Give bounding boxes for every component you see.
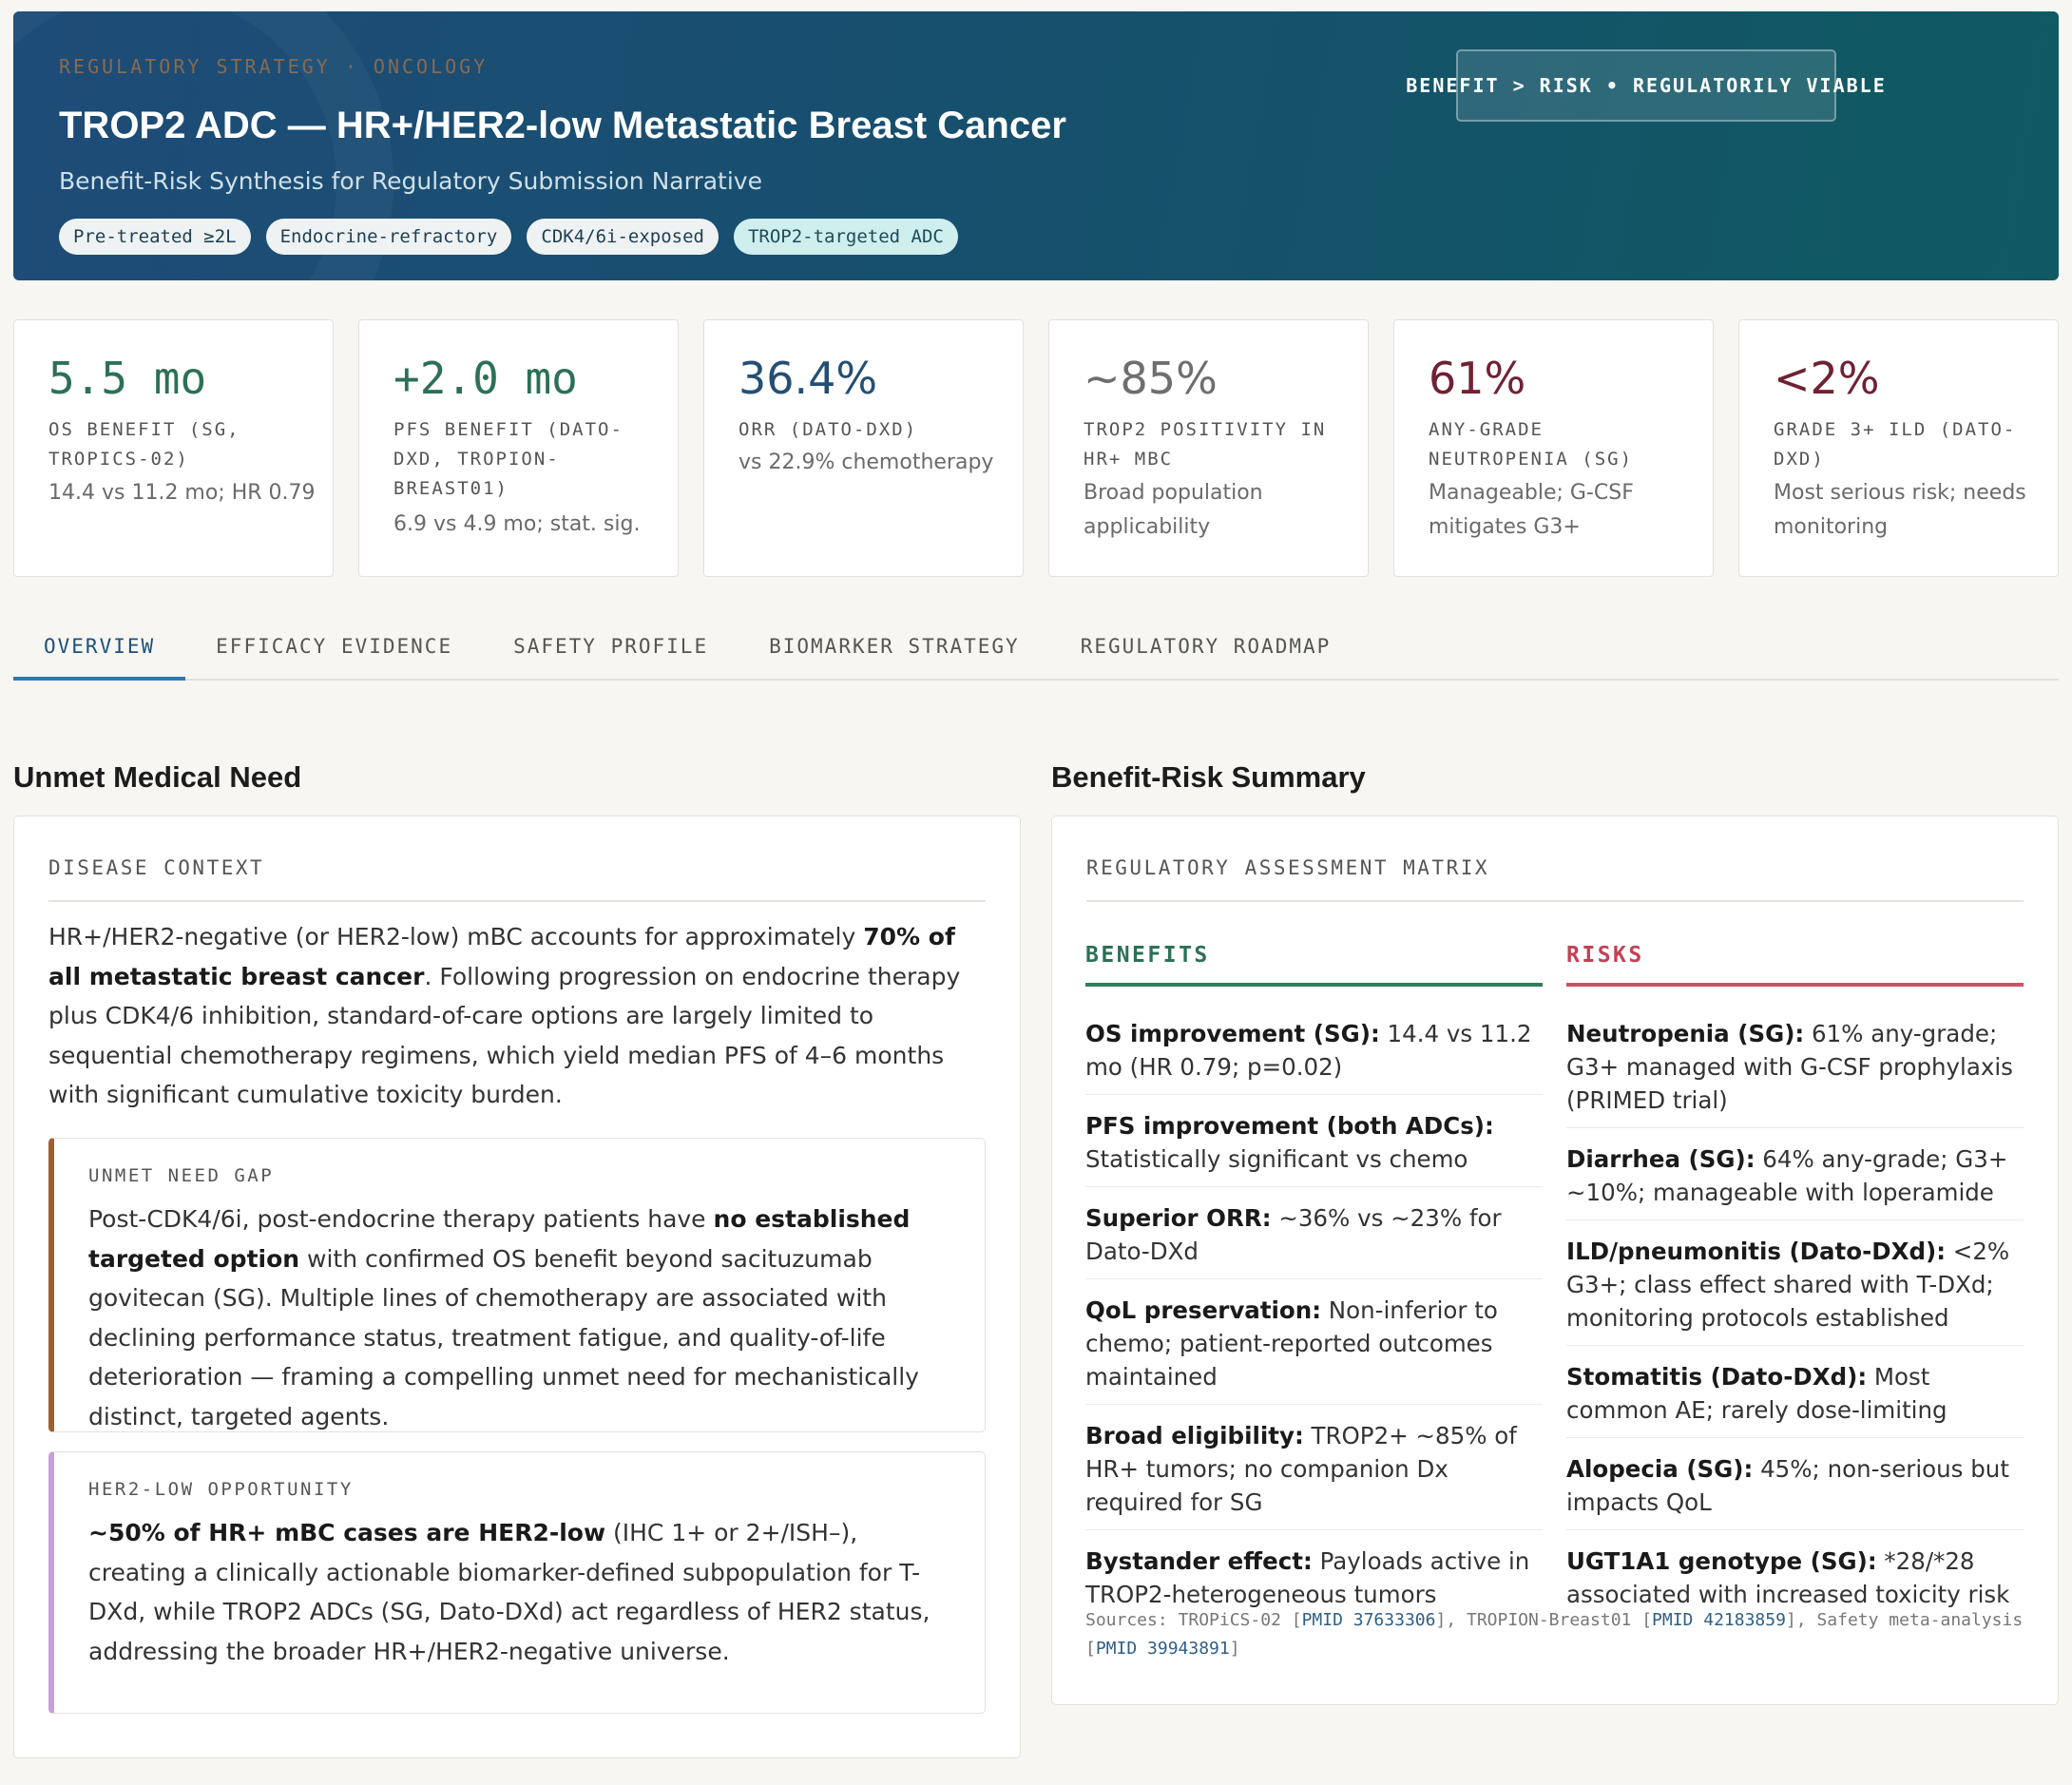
- tag-endocrine-refractory: Endocrine-refractory: [265, 219, 512, 255]
- unmet-need-title: Unmet Medical Need: [13, 760, 302, 794]
- benefit-item: Superior ORR: ~36% vs ~23% for Dato-DXd: [1085, 1196, 1543, 1279]
- risk-item: Neutropenia (SG): 61% any-grade; G3+ man…: [1566, 1011, 2024, 1128]
- kpi-value: ~85%: [1084, 353, 1218, 404]
- kpi-value: <2%: [1774, 353, 1880, 404]
- kpi-value: 36.4%: [739, 353, 878, 404]
- benefit-item: OS improvement (SG): 14.4 vs 11.2 mo (HR…: [1085, 1011, 1543, 1095]
- item-title: PFS improvement (both ADCs):: [1085, 1112, 1494, 1140]
- item-title: QoL preservation:: [1085, 1296, 1322, 1324]
- page-subtitle: Benefit-Risk Synthesis for Regulatory Su…: [59, 167, 762, 195]
- benefits-heading: BENEFITS: [1085, 943, 1543, 987]
- text-emphasis: ~50% of HR+ mBC cases are HER2-low: [88, 1519, 606, 1546]
- item-title: Stomatitis (Dato-DXd):: [1566, 1363, 1868, 1391]
- pmid-link[interactable]: PMID 39943891: [1096, 1639, 1230, 1659]
- item-title: UGT1A1 genotype (SG):: [1566, 1547, 1877, 1575]
- benefit-item: QoL preservation: Non-inferior to chemo;…: [1085, 1288, 1543, 1405]
- tab-safety-profile[interactable]: SAFETY PROFILE: [483, 618, 739, 681]
- unmet-need-gap-text: Post-CDK4/6i, post-endocrine therapy pat…: [88, 1200, 956, 1436]
- text-span: HR+/HER2-negative (or HER2-low) mBC acco…: [48, 923, 864, 950]
- item-title: ILD/pneumonitis (Dato-DXd):: [1566, 1238, 1947, 1265]
- text-span: ], TROPION-Breast01 [: [1435, 1610, 1653, 1630]
- kpi-label: TROP2 POSITIVITY IN HR+ MBC: [1084, 419, 1327, 470]
- tag-trop2-adc: TROP2-targeted ADC: [733, 219, 958, 255]
- pmid-link[interactable]: PMID 42183859: [1652, 1610, 1786, 1630]
- panel-heading: REGULATORY ASSESSMENT MATRIX: [1086, 856, 2024, 902]
- hero-banner: REGULATORY STRATEGY · ONCOLOGY TROP2 ADC…: [13, 11, 2059, 280]
- kpi-label: ORR (DATO-DXD): [739, 419, 918, 440]
- risk-item: Stomatitis (Dato-DXd): Most common AE; r…: [1566, 1354, 2024, 1438]
- kpi-card-orr: 36.4% ORR (DATO-DXD) vs 22.9% chemothera…: [703, 319, 1024, 577]
- risks-list: Neutropenia (SG): 61% any-grade; G3+ man…: [1566, 1011, 2024, 1630]
- kpi-label: ANY-GRADE NEUTROPENIA (SG): [1429, 419, 1634, 470]
- kpi-note: 14.4 vs 11.2 mo; HR 0.79: [48, 481, 316, 505]
- item-title: OS improvement (SG):: [1085, 1020, 1380, 1047]
- item-title: Broad eligibility:: [1085, 1422, 1304, 1449]
- page-title: TROP2 ADC — HR+/HER2-low Metastatic Brea…: [59, 105, 1066, 146]
- benefit-item: Broad eligibility: TROP2+ ~85% of HR+ tu…: [1085, 1413, 1543, 1530]
- kpi-card-ild: <2% GRADE 3+ ILD (DATO-DXD) Most serious…: [1738, 319, 2059, 577]
- benefit-risk-title: Benefit-Risk Summary: [1051, 760, 1366, 794]
- pmid-link[interactable]: PMID 37633306: [1302, 1610, 1436, 1630]
- kpi-note: vs 22.9% chemotherapy: [739, 451, 994, 474]
- verdict-badge: BENEFIT > RISK • REGULATORILY VIABLE: [1406, 49, 1885, 122]
- kpi-card-neutropenia: 61% ANY-GRADE NEUTROPENIA (SG) Manageabl…: [1393, 319, 1714, 577]
- risk-item: Diarrhea (SG): 64% any-grade; G3+ ~10%; …: [1566, 1137, 2024, 1220]
- item-text: Statistically significant vs chemo: [1085, 1145, 1468, 1173]
- tag-cdk46i-exposed: CDK4/6i-exposed: [527, 219, 719, 255]
- kpi-note: Broad population applicability: [1084, 481, 1263, 539]
- tag-pretreated: Pre-treated ≥2L: [59, 219, 251, 255]
- text-span: Sources: TROPiCS-02 [: [1085, 1610, 1302, 1630]
- kpi-card-trop2: ~85% TROP2 POSITIVITY IN HR+ MBC Broad p…: [1048, 319, 1369, 577]
- hero-eyebrow: REGULATORY STRATEGY · ONCOLOGY: [59, 55, 489, 78]
- tab-efficacy-evidence[interactable]: EFFICACY EVIDENCE: [185, 618, 483, 681]
- risk-item: Alopecia (SG): 45%; non-serious but impa…: [1566, 1447, 2024, 1530]
- kpi-label: GRADE 3+ ILD (DATO-DXD): [1774, 419, 2017, 470]
- kpi-value: 61%: [1429, 353, 1526, 404]
- kpi-note: Most serious risk; needs monitoring: [1774, 481, 2026, 539]
- disease-context-panel: DISEASE CONTEXT HR+/HER2-negative (or HE…: [13, 816, 1021, 1758]
- kpi-card-pfs: +2.0 mo PFS BENEFIT (DATO-DXD, TROPION-B…: [358, 319, 679, 577]
- hero-tags: Pre-treated ≥2L Endocrine-refractory CDK…: [59, 219, 958, 255]
- benefit-item: PFS improvement (both ADCs): Statistical…: [1085, 1104, 1543, 1187]
- sources-footnote: Sources: TROPiCS-02 [PMID 37633306], TRO…: [1085, 1606, 2026, 1663]
- callout-heading: UNMET NEED GAP: [88, 1165, 275, 1186]
- text-span: ]: [1229, 1639, 1240, 1659]
- kpi-card-os: 5.5 mo OS BENEFIT (SG, TROPICS-02) 14.4 …: [13, 319, 334, 577]
- risk-item: ILD/pneumonitis (Dato-DXd): <2% G3+; cla…: [1566, 1229, 2024, 1346]
- kpi-note: 6.9 vs 4.9 mo; stat. sig.: [393, 512, 641, 536]
- tab-overview[interactable]: OVERVIEW: [13, 618, 186, 681]
- risks-heading: RISKS: [1566, 943, 2024, 987]
- callout-heading: HER2-LOW OPPORTUNITY: [88, 1479, 354, 1500]
- tab-bar: OVERVIEW EFFICACY EVIDENCE SAFETY PROFIL…: [13, 618, 2059, 681]
- panel-heading: DISEASE CONTEXT: [48, 856, 986, 902]
- tab-biomarker-strategy[interactable]: BIOMARKER STRATEGY: [739, 618, 1050, 681]
- item-title: Diarrhea (SG):: [1566, 1145, 1755, 1173]
- kpi-label: PFS BENEFIT (DATO-DXD, TROPION-BREAST01): [393, 419, 624, 499]
- item-title: Superior ORR:: [1085, 1204, 1272, 1232]
- her2-low-text: ~50% of HR+ mBC cases are HER2-low (IHC …: [88, 1513, 956, 1671]
- text-span: Post-CDK4/6i, post-endocrine therapy pat…: [88, 1205, 714, 1233]
- her2-low-callout: HER2-LOW OPPORTUNITY ~50% of HR+ mBC cas…: [48, 1451, 986, 1714]
- benefits-list: OS improvement (SG): 14.4 vs 11.2 mo (HR…: [1085, 1011, 1543, 1630]
- item-title: Alopecia (SG):: [1566, 1455, 1754, 1483]
- disease-context-text: HR+/HER2-negative (or HER2-low) mBC acco…: [48, 917, 986, 1115]
- item-title: Neutropenia (SG):: [1566, 1020, 1805, 1047]
- kpi-label: OS BENEFIT (SG, TROPICS-02): [48, 419, 240, 470]
- tab-regulatory-roadmap[interactable]: REGULATORY ROADMAP: [1050, 618, 1362, 681]
- unmet-need-gap-callout: UNMET NEED GAP Post-CDK4/6i, post-endocr…: [48, 1138, 986, 1432]
- kpi-note: Manageable; G-CSF mitigates G3+: [1429, 481, 1634, 539]
- item-title: Bystander effect:: [1085, 1547, 1313, 1575]
- kpi-value: +2.0 mo: [393, 353, 578, 404]
- kpi-value: 5.5 mo: [48, 353, 207, 404]
